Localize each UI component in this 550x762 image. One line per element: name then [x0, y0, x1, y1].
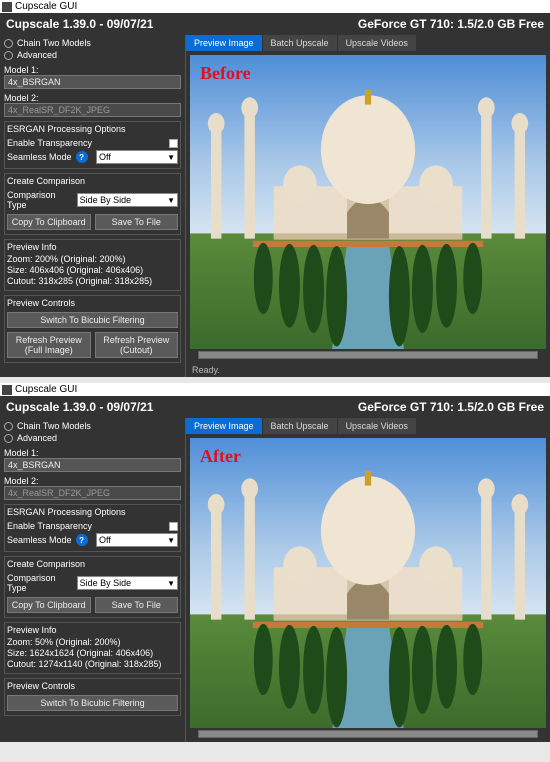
save-to-file-button[interactable]: Save To File: [95, 597, 179, 613]
chevron-down-icon: ▼: [167, 196, 175, 205]
app-icon: [2, 2, 12, 12]
tab-upscale-videos[interactable]: Upscale Videos: [338, 35, 416, 51]
titlebar-text: Cupscale GUI: [15, 1, 77, 12]
help-icon[interactable]: ?: [76, 534, 88, 546]
copy-to-clipboard-button[interactable]: Copy To Clipboard: [7, 597, 91, 613]
titlebar: Cupscale GUI: [0, 383, 550, 396]
enable-transparency-label: Enable Transparency: [7, 521, 92, 531]
after-badge: After: [200, 446, 241, 467]
seamless-mode-select[interactable]: Off ▼: [96, 533, 178, 547]
chevron-down-icon: ▼: [167, 153, 175, 162]
app-after: Cupscale GUI Cupscale 1.39.0 - 09/07/21 …: [0, 383, 550, 742]
before-badge: Before: [200, 63, 251, 84]
radio-advanced[interactable]: Advanced: [4, 432, 181, 444]
radio-icon: [4, 39, 13, 48]
size-info: Size: 1624x1624 (Original: 406x406): [7, 648, 178, 659]
app-version: Cupscale 1.39.0 - 09/07/21: [6, 400, 153, 414]
model2-label: Model 2:: [4, 93, 181, 103]
refresh-full-button[interactable]: Refresh Preview (Full Image): [7, 332, 91, 358]
radio-chain-two-models[interactable]: Chain Two Models: [4, 420, 181, 432]
status-bar: Ready.: [186, 363, 550, 377]
horizontal-scrollbar[interactable]: [198, 351, 538, 359]
esrgan-options: ESRGAN Processing Options Enable Transpa…: [4, 121, 181, 169]
seamless-mode-select[interactable]: Off ▼: [96, 150, 178, 164]
save-to-file-button[interactable]: Save To File: [95, 214, 179, 230]
switch-bicubic-button[interactable]: Switch To Bicubic Filtering: [7, 695, 178, 711]
model1-label: Model 1:: [4, 448, 181, 458]
comparison-type-select[interactable]: Side By Side ▼: [77, 576, 178, 590]
main-panel: Preview Image Batch Upscale Upscale Vide…: [185, 418, 550, 742]
app-icon: [2, 385, 12, 395]
help-icon[interactable]: ?: [76, 151, 88, 163]
app-version: Cupscale 1.39.0 - 09/07/21: [6, 17, 153, 31]
enable-transparency-checkbox[interactable]: [169, 522, 178, 531]
comparison-type-select[interactable]: Side By Side ▼: [77, 193, 178, 207]
tab-upscale-videos[interactable]: Upscale Videos: [338, 418, 416, 434]
gpu-status: GeForce GT 710: 1.5/2.0 GB Free: [358, 400, 544, 414]
preview-image: [190, 438, 546, 728]
model2-input[interactable]: 4x_RealSR_DF2K_JPEG: [4, 103, 181, 117]
titlebar: Cupscale GUI: [0, 0, 550, 13]
tabs: Preview Image Batch Upscale Upscale Vide…: [186, 418, 550, 434]
cutout-info: Cutout: 1274x1140 (Original: 318x285): [7, 659, 178, 670]
seamless-mode-label: Seamless Mode: [7, 152, 72, 162]
model2-label: Model 2:: [4, 476, 181, 486]
chevron-down-icon: ▼: [167, 536, 175, 545]
sidebar: Chain Two Models Advanced Model 1: 4x_BS…: [0, 35, 185, 377]
preview-info: Preview Info Zoom: 200% (Original: 200%)…: [4, 239, 181, 291]
preview-area[interactable]: After: [186, 434, 550, 742]
tab-preview-image[interactable]: Preview Image: [186, 418, 262, 434]
size-info: Size: 406x406 (Original: 406x406): [7, 265, 178, 276]
radio-icon: [4, 51, 13, 60]
zoom-info: Zoom: 200% (Original: 200%): [7, 254, 178, 265]
create-comparison: Create Comparison Comparison Type Side B…: [4, 173, 181, 235]
app-before: Cupscale GUI Cupscale 1.39.0 - 09/07/21 …: [0, 0, 550, 377]
model1-input[interactable]: 4x_BSRGAN: [4, 75, 181, 89]
comparison-type-label: Comparison Type: [7, 573, 69, 593]
refresh-cutout-button[interactable]: Refresh Preview (Cutout): [95, 332, 179, 358]
chevron-down-icon: ▼: [167, 579, 175, 588]
main-panel: Preview Image Batch Upscale Upscale Vide…: [185, 35, 550, 377]
comparison-type-label: Comparison Type: [7, 190, 69, 210]
esrgan-options: ESRGAN Processing Options Enable Transpa…: [4, 504, 181, 552]
preview-controls: Preview Controls Switch To Bicubic Filte…: [4, 678, 181, 716]
tab-batch-upscale[interactable]: Batch Upscale: [263, 35, 337, 51]
preview-controls: Preview Controls Switch To Bicubic Filte…: [4, 295, 181, 363]
sidebar: Chain Two Models Advanced Model 1: 4x_BS…: [0, 418, 185, 742]
titlebar-text: Cupscale GUI: [15, 384, 77, 395]
radio-icon: [4, 422, 13, 431]
create-comparison: Create Comparison Comparison Type Side B…: [4, 556, 181, 618]
gpu-status: GeForce GT 710: 1.5/2.0 GB Free: [358, 17, 544, 31]
horizontal-scrollbar[interactable]: [198, 730, 538, 738]
preview-image: [190, 55, 546, 349]
seamless-mode-label: Seamless Mode: [7, 535, 72, 545]
copy-to-clipboard-button[interactable]: Copy To Clipboard: [7, 214, 91, 230]
model2-input[interactable]: 4x_RealSR_DF2K_JPEG: [4, 486, 181, 500]
cutout-info: Cutout: 318x285 (Original: 318x285): [7, 276, 178, 287]
zoom-info: Zoom: 50% (Original: 200%): [7, 637, 178, 648]
header: Cupscale 1.39.0 - 09/07/21 GeForce GT 71…: [0, 13, 550, 35]
radio-icon: [4, 434, 13, 443]
model1-label: Model 1:: [4, 65, 181, 75]
tabs: Preview Image Batch Upscale Upscale Vide…: [186, 35, 550, 51]
header: Cupscale 1.39.0 - 09/07/21 GeForce GT 71…: [0, 396, 550, 418]
radio-advanced[interactable]: Advanced: [4, 49, 181, 61]
model1-input[interactable]: 4x_BSRGAN: [4, 458, 181, 472]
enable-transparency-checkbox[interactable]: [169, 139, 178, 148]
radio-chain-two-models[interactable]: Chain Two Models: [4, 37, 181, 49]
tab-batch-upscale[interactable]: Batch Upscale: [263, 418, 337, 434]
preview-info: Preview Info Zoom: 50% (Original: 200%) …: [4, 622, 181, 674]
switch-bicubic-button[interactable]: Switch To Bicubic Filtering: [7, 312, 178, 328]
preview-area[interactable]: Before: [186, 51, 550, 363]
tab-preview-image[interactable]: Preview Image: [186, 35, 262, 51]
enable-transparency-label: Enable Transparency: [7, 138, 92, 148]
